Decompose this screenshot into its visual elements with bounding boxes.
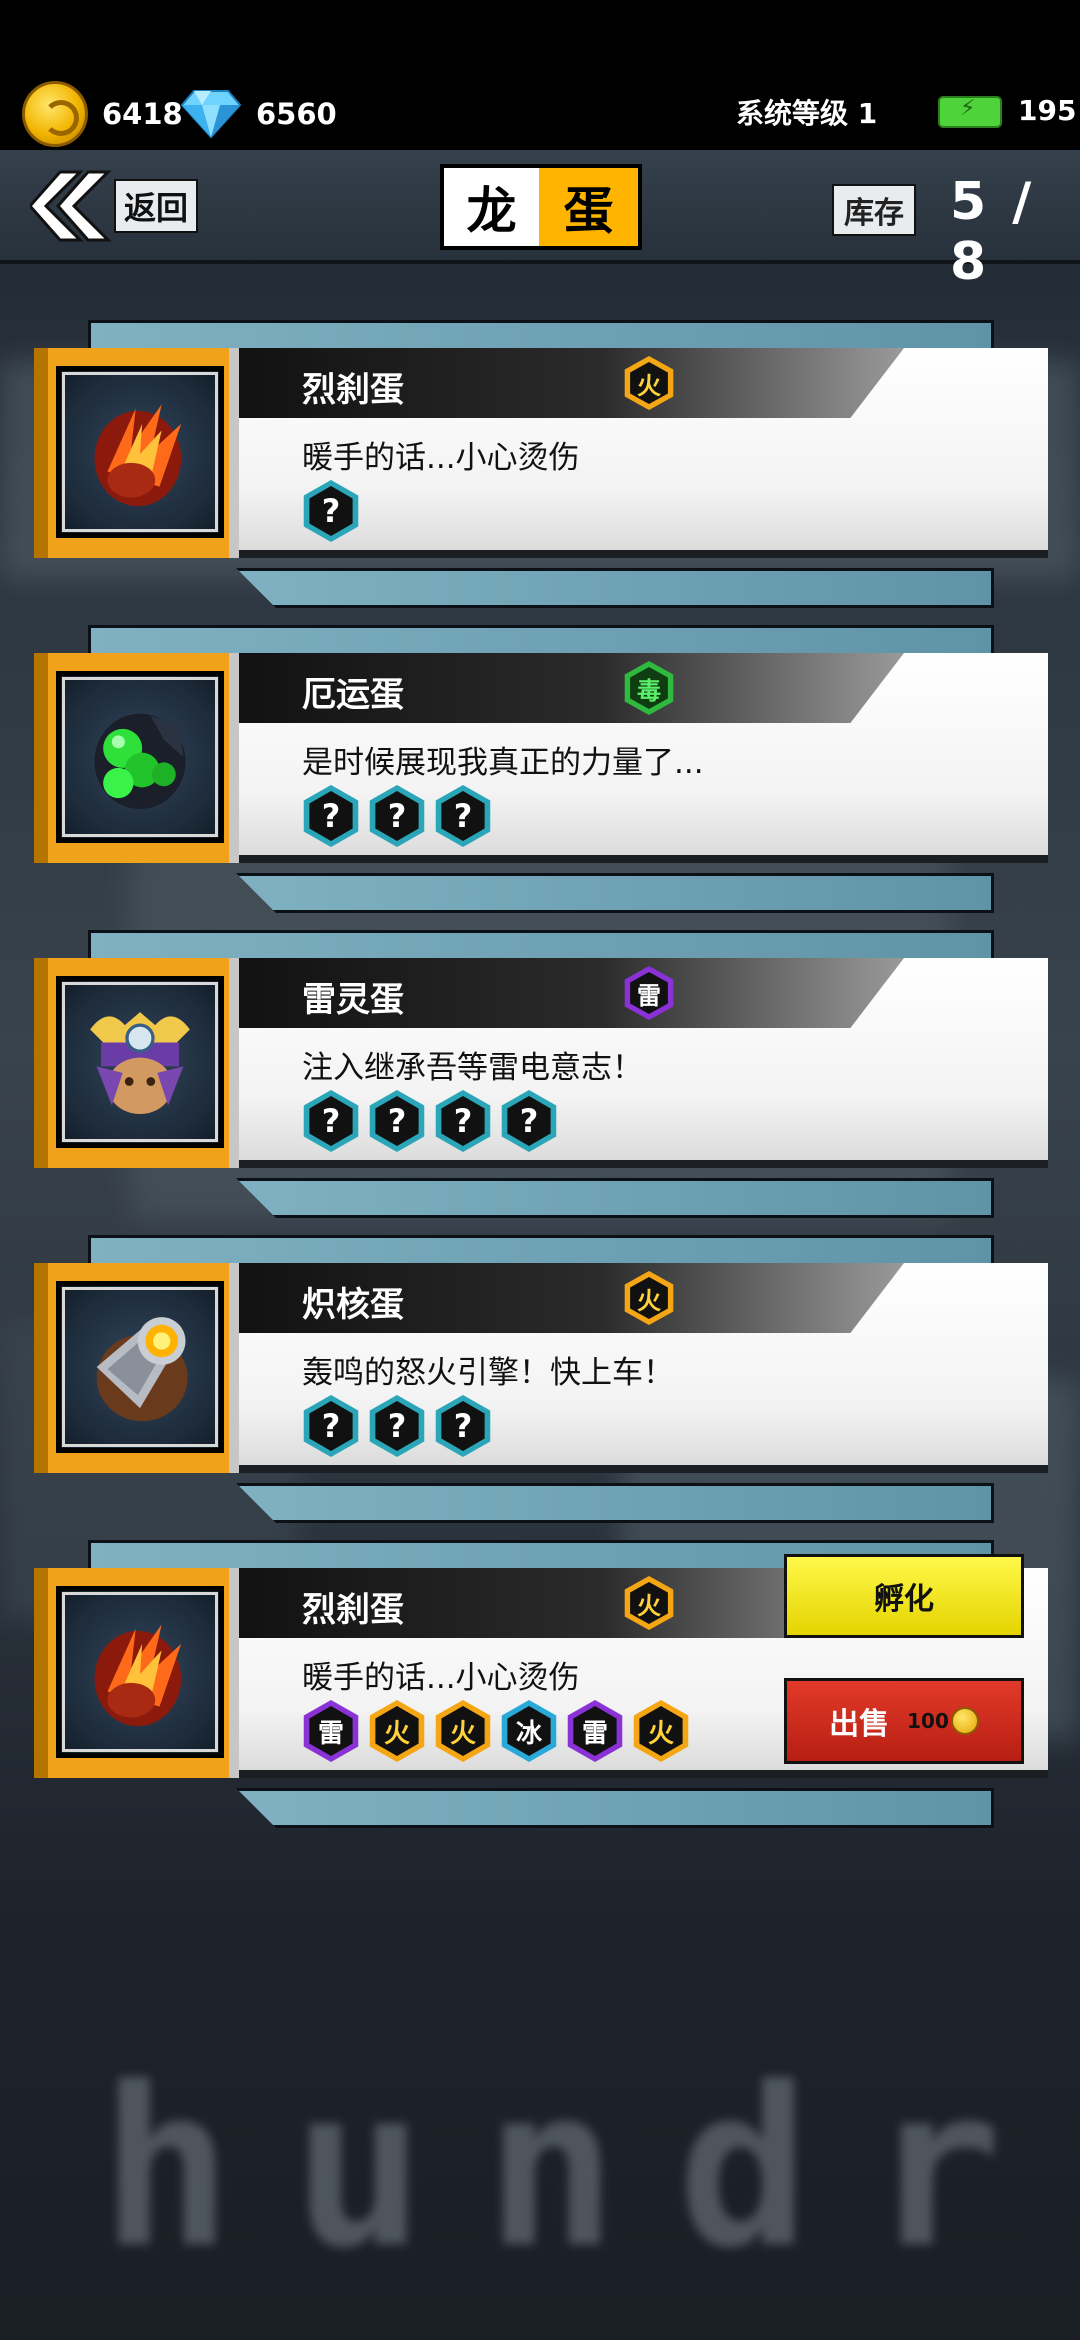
gene-slots: ? ? ? (302, 785, 492, 847)
egg-portrait-frame (34, 1263, 239, 1473)
diamond-icon (180, 89, 242, 139)
back-label: 返回 (114, 179, 199, 233)
egg-description: 暖手的话...小心烫伤 (302, 1660, 580, 1696)
unknown-gene-icon: ? (303, 1395, 359, 1457)
gene-slots: ? ? ? (302, 1395, 492, 1457)
unknown-gene-icon: ? (369, 1395, 425, 1457)
egg-portrait-frame (34, 958, 239, 1168)
sell-button[interactable]: 出售 100 (784, 1678, 1024, 1764)
coin-icon (950, 1707, 979, 1735)
stock-value: 5 / 8 (950, 172, 1036, 292)
thunder-gene-icon: 雷 (567, 1700, 623, 1762)
egg-description: 注入继承吾等雷电意志！ (302, 1050, 643, 1086)
egg-portrait-frame (34, 348, 239, 558)
thunder-gene-icon: 雷 (303, 1700, 359, 1762)
egg-card-selected[interactable]: 烈刹蛋 火 暖手的话...小心烫伤 雷 火 火 冰 雷 火 孵化 出售 100 (0, 1540, 1080, 1840)
unknown-gene-icon: ? (435, 785, 491, 847)
coin-value: 6418 (102, 97, 183, 131)
unknown-gene-icon: ? (369, 785, 425, 847)
gene-slots: ? (302, 480, 360, 542)
ice-gene-icon: 冰 (501, 1700, 557, 1762)
title-part-2: 蛋 (539, 168, 638, 246)
coin-icon (22, 81, 88, 147)
core-egg-icon (56, 1281, 224, 1453)
header-bar: 返回 龙 蛋 库存 5 / 8 (0, 150, 1080, 292)
gene-slots: ? ? ? ? (302, 1090, 558, 1152)
energy-icon (938, 96, 1002, 128)
back-arrow-icon (30, 170, 112, 242)
fire-egg-icon (56, 1586, 224, 1758)
stock-label: 库存 (832, 184, 916, 236)
egg-card[interactable]: 厄运蛋 毒 是时候展现我真正的力量了... ? ? ? (0, 625, 1080, 925)
egg-description: 是时候展现我真正的力量了... (302, 745, 704, 781)
system-level: 系统等级 1 (736, 97, 878, 130)
egg-description: 轰鸣的怒火引擎！快上车！ (302, 1355, 674, 1391)
egg-name: 厄运蛋 (302, 675, 404, 715)
egg-description: 暖手的话...小心烫伤 (302, 440, 580, 476)
unknown-gene-icon: ? (501, 1090, 557, 1152)
title-part-1: 龙 (444, 168, 539, 246)
thunder-egg-icon (56, 976, 224, 1148)
egg-name: 炽核蛋 (302, 1285, 404, 1325)
back-button[interactable]: 返回 (30, 168, 199, 244)
fire-gene-icon: 火 (369, 1700, 425, 1762)
egg-portrait-frame (34, 1568, 239, 1778)
page-title: 龙 蛋 (440, 164, 642, 250)
sell-price: 100 (907, 1709, 949, 1733)
egg-portrait-frame (34, 653, 239, 863)
background-text: hundr (100, 2040, 1063, 2296)
gem-counter: 6560 (180, 82, 337, 146)
gene-slots: 雷 火 火 冰 雷 火 (302, 1700, 690, 1762)
fire-gene-icon: 火 (633, 1700, 689, 1762)
resource-bar: 6418 6560 系统等级 1 195 (0, 0, 1080, 150)
sell-label: 出售 (829, 1707, 890, 1742)
coin-counter: 6418 (22, 81, 183, 147)
unknown-gene-icon: ? (435, 1090, 491, 1152)
unknown-gene-icon: ? (435, 1395, 491, 1457)
energy-value: 195 (1018, 94, 1077, 127)
egg-card[interactable]: 雷灵蛋 雷 注入继承吾等雷电意志！ ? ? ? ? (0, 930, 1080, 1230)
unknown-gene-icon: ? (303, 480, 359, 542)
fire-gene-icon: 火 (435, 1700, 491, 1762)
poison-egg-icon (56, 671, 224, 843)
egg-card[interactable]: 烈刹蛋 火 暖手的话...小心烫伤 ? (0, 320, 1080, 620)
egg-name: 烈刹蛋 (302, 1590, 404, 1630)
unknown-gene-icon: ? (303, 785, 359, 847)
unknown-gene-icon: ? (369, 1090, 425, 1152)
egg-card[interactable]: 炽核蛋 火 轰鸣的怒火引擎！快上车！ ? ? ? (0, 1235, 1080, 1535)
hatch-button[interactable]: 孵化 (784, 1554, 1024, 1638)
fire-egg-icon (56, 366, 224, 538)
gem-value: 6560 (256, 97, 337, 131)
egg-name: 烈刹蛋 (302, 370, 404, 410)
egg-name: 雷灵蛋 (302, 980, 404, 1020)
unknown-gene-icon: ? (303, 1090, 359, 1152)
